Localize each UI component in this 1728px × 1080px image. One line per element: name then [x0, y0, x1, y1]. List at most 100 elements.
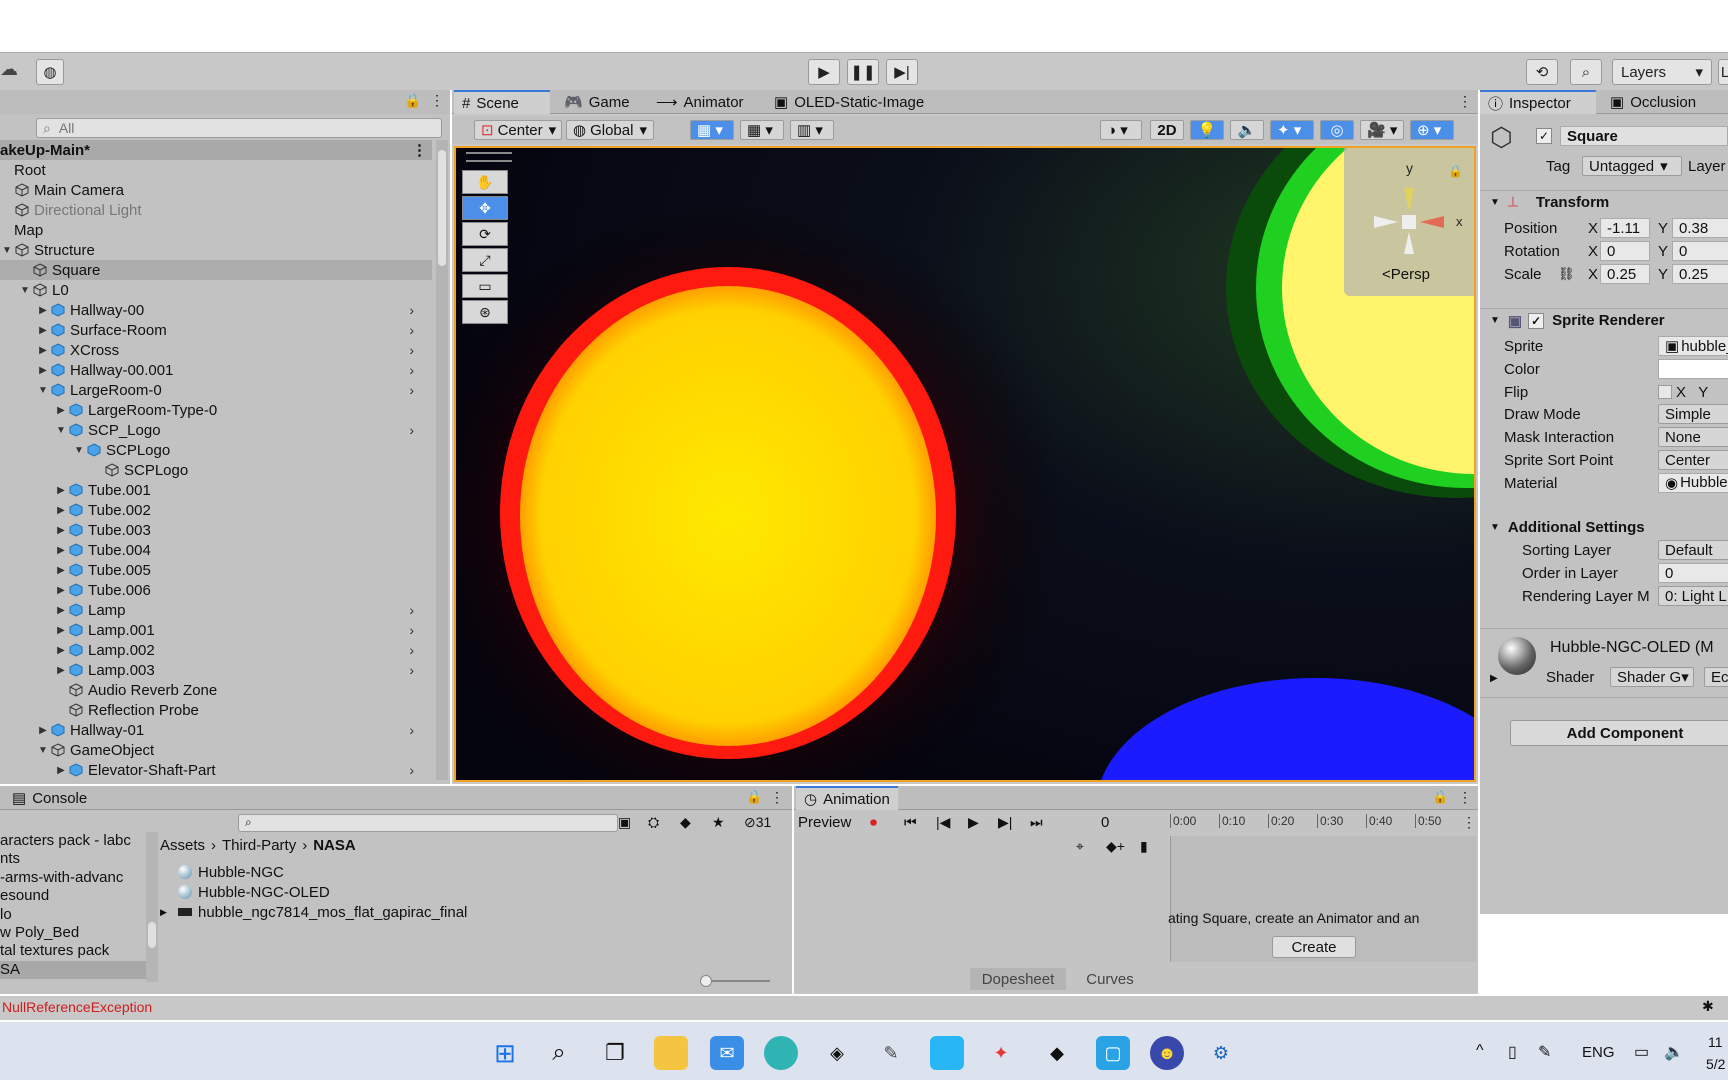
add-event-icon[interactable]: ▮	[1140, 838, 1148, 855]
scrollbar-thumb[interactable]	[438, 150, 446, 266]
chevron-right-icon[interactable]: ›	[409, 342, 414, 358]
frame-field[interactable]: 0	[1094, 812, 1158, 832]
hierarchy-row[interactable]: ▶ Surface-Room ›	[0, 320, 432, 340]
chevron-right-icon[interactable]: ›	[409, 322, 414, 338]
foldout-closed-icon[interactable]: ▶	[54, 505, 68, 516]
sprite-object-field[interactable]: ▣hubble_	[1658, 336, 1728, 356]
tab-dopesheet[interactable]: Dopesheet	[970, 968, 1066, 990]
rect-tool-button[interactable]: ▭	[462, 274, 508, 298]
tab-inspector[interactable]: ⓘ Inspector	[1480, 90, 1596, 114]
hidden-count[interactable]: ⊘31	[744, 814, 771, 831]
next-keyframe-button[interactable]: ▶|	[998, 814, 1012, 831]
tab-scene[interactable]: # Scene	[454, 90, 550, 114]
hierarchy-row[interactable]: ▶ Hallway-00.001 ›	[0, 360, 432, 380]
chat-icon[interactable]: ▢	[1096, 1036, 1130, 1070]
add-component-button[interactable]: Add Component	[1510, 720, 1728, 746]
link-icon[interactable]: ⛓	[1558, 266, 1575, 282]
last-keyframe-button[interactable]: ⏭	[1030, 814, 1043, 831]
game-app-icon[interactable]: ☻	[1150, 1036, 1184, 1070]
pivot-dropdown[interactable]: ⊡ Center ▾	[474, 120, 562, 140]
editor-icon[interactable]: ✎	[874, 1036, 908, 1070]
grid-snap-button[interactable]: ▦ ▾	[690, 120, 734, 140]
chevron-right-icon[interactable]: ›	[409, 602, 414, 618]
tag-dropdown[interactable]: Untagged ▾	[1582, 156, 1682, 176]
scale-tool-button[interactable]: ⤢	[462, 248, 508, 272]
start-icon[interactable]: ⊞	[488, 1036, 522, 1070]
ruler-button[interactable]: ▥ ▾	[790, 120, 834, 140]
layout-dropdown[interactable]: L	[1718, 59, 1728, 85]
chevron-right-icon[interactable]: ›	[409, 642, 414, 658]
effects-button[interactable]: ✦ ▾	[1270, 120, 1314, 140]
hierarchy-row[interactable]: ▼ Structure	[0, 240, 432, 260]
hidden-objects-button[interactable]: ◎	[1320, 120, 1354, 140]
hierarchy-row[interactable]: ▶ Tube.001	[0, 480, 432, 500]
projection-label[interactable]: <Persp	[1382, 266, 1430, 283]
steam-icon[interactable]: ⚙	[1204, 1036, 1238, 1070]
folder-item[interactable]: SA	[0, 960, 146, 979]
audio-button[interactable]: 🔈	[1230, 120, 1264, 140]
filter-keyframe-icon[interactable]: ⌖	[1076, 838, 1084, 855]
shader-dropdown[interactable]: Shader G ▾	[1610, 667, 1694, 687]
cloud-icon[interactable]: ☁	[0, 59, 22, 83]
transform-header[interactable]: ▼ ⟂ Transform	[1480, 190, 1728, 214]
edit-shader-button[interactable]: Ec	[1704, 667, 1728, 687]
clock-time[interactable]: 11	[1708, 1034, 1723, 1050]
transform-0-x-field[interactable]: -1.11	[1600, 218, 1650, 238]
hierarchy-row[interactable]: ▶ Elevator-Shaft-Part ›	[0, 760, 432, 780]
hierarchy-row[interactable]: ▶ LargeRoom-Type-0	[0, 400, 432, 420]
tab-animator[interactable]: ⟶ Animator	[648, 90, 752, 114]
rotate-tool-button[interactable]: ⟳	[462, 222, 508, 246]
additional-row-value-field[interactable]: Default	[1658, 540, 1728, 560]
color-field[interactable]	[1658, 358, 1728, 379]
transform-0-y-field[interactable]: 0.38	[1672, 218, 1728, 238]
timeline-ruler[interactable]: 0:00 0:10 0:20 0:30 0:40 0:50	[1170, 812, 1462, 832]
folder-item[interactable]: lo	[0, 906, 146, 924]
more-icon[interactable]: ⋮	[770, 789, 784, 806]
asset-item[interactable]: Hubble-NGC-OLED	[160, 882, 330, 902]
foldout-open-icon[interactable]: ▼	[18, 285, 32, 296]
transform-tool-button[interactable]: ⊛	[462, 300, 508, 324]
foldout-closed-icon[interactable]: ▶	[36, 325, 50, 336]
lock-icon[interactable]: 🔒	[746, 789, 762, 805]
chevron-right-icon[interactable]: ›	[409, 622, 414, 638]
history-icon[interactable]: ⟲	[1526, 59, 1558, 85]
folder-item[interactable]: tal textures pack	[0, 942, 146, 960]
more-icon[interactable]: ⋮	[1462, 814, 1476, 831]
draw-mode-button[interactable]: ◑ ▾	[1100, 120, 1142, 140]
foldout-closed-icon[interactable]: ▶	[54, 625, 68, 636]
mail-icon[interactable]: ✉	[710, 1036, 744, 1070]
foldout-closed-icon[interactable]: ▶	[54, 545, 68, 556]
hierarchy-row[interactable]: ▶ XCross ›	[0, 340, 432, 360]
gizmos-button[interactable]: ⊕ ▾	[1410, 120, 1454, 140]
folder-item[interactable]: w Poly_Bed	[0, 924, 146, 942]
breadcrumb-assets[interactable]: Assets	[160, 837, 205, 854]
chevron-right-icon[interactable]: ›	[409, 302, 414, 318]
tab-oled-static-image[interactable]: ▣ OLED-Static-Image	[766, 90, 932, 114]
project-search[interactable]: ⌕	[238, 814, 618, 832]
tool-palette-handle[interactable]	[466, 152, 512, 162]
flip-x-checkbox[interactable]	[1658, 384, 1672, 399]
hierarchy-row[interactable]: ▶ Hallway-00 ›	[0, 300, 432, 320]
hierarchy-row[interactable]: SCPLogo	[0, 460, 432, 480]
chevron-right-icon[interactable]: ›	[409, 662, 414, 678]
material-object-field[interactable]: ◉ Hubble	[1658, 472, 1728, 493]
foldout-open-icon[interactable]: ▼	[72, 445, 86, 456]
foldout-open-icon[interactable]: ▼	[54, 425, 68, 436]
sprite-sort-point-dropdown[interactable]: Center	[1658, 450, 1728, 470]
space-dropdown[interactable]: ◍ Global ▾	[566, 120, 654, 140]
transform-2-x-field[interactable]: 0.25	[1600, 264, 1650, 284]
asset-item[interactable]: Hubble-NGC	[160, 862, 284, 882]
scrollbar-thumb[interactable]	[148, 922, 156, 948]
snap-increment-button[interactable]: ▦ ▾	[740, 120, 784, 140]
step-button[interactable]: ▶|	[886, 59, 918, 85]
hand-tool-button[interactable]: ✋	[462, 170, 508, 194]
hierarchy-row[interactable]: ▼ SCP_Logo ›	[0, 420, 432, 440]
filter-icon[interactable]: ⛭	[648, 814, 659, 831]
hierarchy-row[interactable]: ▶ Lamp.001 ›	[0, 620, 432, 640]
preview-label[interactable]: Preview	[798, 814, 851, 831]
hierarchy-row[interactable]: ▶ Tube.003	[0, 520, 432, 540]
tab-console[interactable]: ▤ Console	[4, 786, 95, 810]
mask-interaction-dropdown[interactable]: None	[1658, 427, 1728, 448]
hierarchy-row[interactable]: ▶ Tube.005	[0, 560, 432, 580]
breadcrumb-third-party[interactable]: Third-Party	[222, 837, 296, 854]
